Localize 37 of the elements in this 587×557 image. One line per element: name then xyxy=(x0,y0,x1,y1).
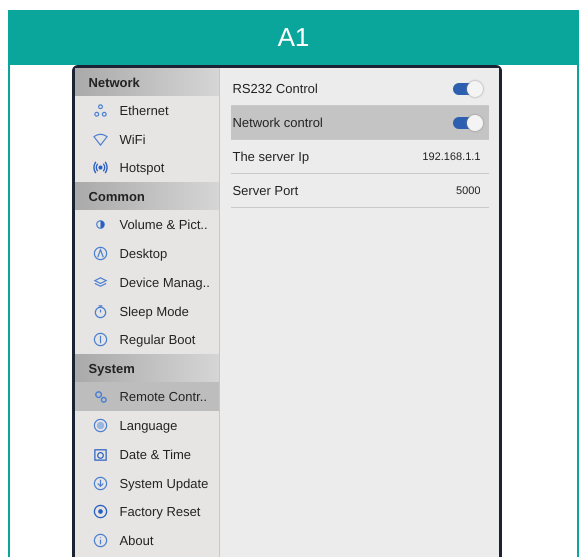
timer-icon xyxy=(92,304,108,319)
setting-value: 5000 xyxy=(456,184,480,196)
setting-label: Network control xyxy=(232,115,323,130)
sidebar-item[interactable]: Remote Contr.. xyxy=(74,382,218,412)
settings-row[interactable]: Network control xyxy=(230,106,488,140)
sidebar-item[interactable]: System Update xyxy=(74,468,218,498)
power-icon xyxy=(92,332,108,348)
settings-row[interactable]: The server Ip 192.168.1.1 xyxy=(230,140,488,174)
group-header: Common xyxy=(74,182,218,210)
sidebar-item[interactable]: Ethernet xyxy=(74,96,218,125)
sidebar-item[interactable]: Regular Boot xyxy=(74,326,218,354)
wifi-icon xyxy=(92,132,108,147)
sidebar-item[interactable]: Hotspot xyxy=(74,154,218,182)
sidebar-item[interactable]: Desktop xyxy=(74,239,218,268)
group-header: Network xyxy=(74,68,218,96)
toggle-switch[interactable] xyxy=(452,116,480,128)
sidebar-item[interactable]: Sleep Mode xyxy=(74,296,218,326)
group-header: System xyxy=(74,354,218,382)
hotspot-icon xyxy=(92,160,108,176)
setting-value: 192.168.1.1 xyxy=(422,150,480,162)
layers-icon xyxy=(92,274,108,290)
sidebar-item[interactable]: Factory Reset xyxy=(74,498,218,526)
download-icon xyxy=(92,476,108,491)
sidebar-item[interactable]: Volume & Pict.. xyxy=(74,210,218,240)
sidebar-item[interactable]: Language xyxy=(74,411,218,440)
setting-label: Server Port xyxy=(232,183,298,198)
nodes-icon xyxy=(92,102,108,118)
settings-row[interactable]: Server Port 5000 xyxy=(230,174,488,208)
setting-label: The server Ip xyxy=(232,149,310,164)
sidebar-item[interactable]: WiFi xyxy=(74,124,218,154)
header-title: A1 xyxy=(278,22,310,53)
sidebar-item[interactable]: Device Manag.. xyxy=(74,268,218,297)
setting-label: RS232 Control xyxy=(232,81,318,96)
toggle-switch[interactable] xyxy=(452,82,480,94)
info-icon xyxy=(92,533,108,548)
sidebar-item[interactable]: Date & Time xyxy=(74,440,218,469)
sidebar-item[interactable]: About xyxy=(74,526,218,556)
